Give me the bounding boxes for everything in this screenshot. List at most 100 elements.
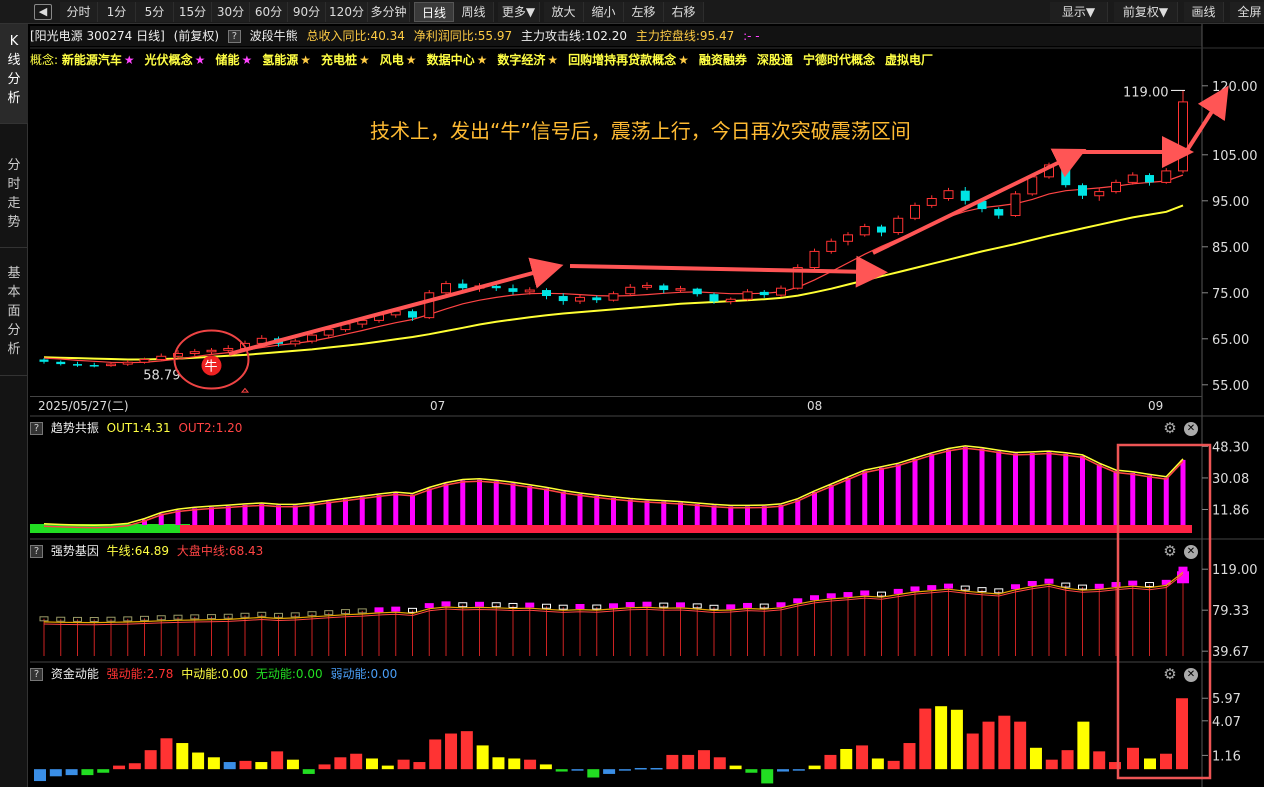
candle-body	[1094, 191, 1105, 197]
close-icon[interactable]: ✕	[1184, 422, 1198, 436]
trend-bar	[1130, 472, 1136, 525]
candle-body	[759, 291, 769, 296]
strong-marker	[424, 603, 434, 609]
trend-bar	[644, 500, 650, 525]
strong-marker	[1027, 580, 1037, 586]
trend-bar	[611, 497, 616, 525]
fund-bar	[650, 767, 663, 770]
trend-bar	[962, 446, 968, 525]
trend-panel-name: 趋势共振	[50, 421, 99, 435]
y-tick-label: 11.86	[1212, 503, 1249, 518]
fund-bar	[950, 709, 963, 770]
trend-bar	[745, 506, 750, 525]
fund-bar	[413, 762, 426, 770]
y-tick-label: 1.16	[1212, 749, 1241, 764]
candle-body	[725, 298, 736, 303]
strong-marker	[743, 602, 752, 608]
fund-panel-name: 资金动能	[50, 667, 99, 681]
fund-bar	[840, 748, 853, 770]
fund-bar	[239, 760, 252, 770]
fund-bar	[682, 754, 695, 770]
date-month-07: 07	[430, 399, 446, 413]
trend-bar	[694, 504, 700, 525]
trend-bar	[929, 453, 935, 525]
fund-bar	[1127, 747, 1139, 770]
candle-body	[742, 291, 753, 300]
candle-body	[843, 234, 853, 242]
strong-marker	[676, 602, 685, 608]
trend-bar	[192, 508, 198, 525]
strong-marker	[726, 604, 736, 610]
fund-bar	[966, 733, 979, 770]
trend-bar	[510, 483, 516, 525]
fund-bar	[128, 763, 141, 770]
date-month-09: 09	[1148, 399, 1164, 413]
fund-bar	[808, 765, 821, 770]
fund-bar	[381, 765, 394, 770]
trend-bar	[879, 467, 884, 525]
trend-bar	[393, 493, 399, 525]
fund-bar	[761, 769, 774, 784]
gear-icon[interactable]: ⚙	[1162, 666, 1178, 682]
fund-bar	[1176, 698, 1188, 770]
gear-icon[interactable]: ⚙	[1162, 420, 1178, 436]
candle-body	[1078, 185, 1087, 196]
help-icon[interactable]: ?	[30, 668, 43, 681]
candle-body	[89, 365, 99, 367]
fund-bar	[998, 715, 1011, 770]
fund-bar	[697, 750, 710, 770]
annotation-text: 技术上，发出“牛”信号后，震荡上行，今日再次突破震荡区间	[370, 119, 911, 143]
candle-body	[625, 286, 636, 295]
help-icon[interactable]: ?	[30, 545, 43, 558]
trend-bar	[1163, 477, 1169, 525]
strong-marker	[609, 603, 618, 609]
fund-bar	[1014, 721, 1027, 770]
y-tick-label: 105.00	[1212, 149, 1258, 164]
y-tick-label: 48.30	[1212, 440, 1249, 455]
candle-body	[709, 294, 719, 302]
trend-bar	[309, 503, 315, 525]
trend-panel-header: ? 趋势共振 OUT1:4.31 OUT2:1.20	[30, 418, 246, 438]
candle-body	[926, 198, 937, 206]
candle-body	[542, 290, 551, 297]
candle-body	[1061, 164, 1071, 186]
fund-bar	[666, 754, 679, 770]
fund-bar	[255, 762, 268, 770]
trend-bar	[376, 495, 382, 525]
y-tick-label: 30.08	[1212, 472, 1249, 487]
fund-bar	[887, 760, 900, 770]
trend-bar	[828, 485, 834, 525]
fund-bar	[935, 706, 948, 770]
fund-bar	[1160, 753, 1172, 770]
bull-signal-label: 牛	[205, 359, 218, 374]
fund-bar	[350, 753, 363, 770]
fund-bar	[429, 739, 442, 770]
close-icon[interactable]: ✕	[1184, 668, 1198, 682]
strong-marker	[475, 601, 484, 607]
fund-bar	[334, 757, 347, 770]
candle-body	[1145, 175, 1154, 183]
trend-bar	[1046, 452, 1052, 525]
fund-bar	[65, 769, 78, 776]
candle-body	[675, 288, 686, 291]
fund-bar	[634, 767, 647, 770]
candle-body	[692, 288, 702, 295]
fund-bar	[792, 769, 805, 771]
trend-bar	[527, 485, 533, 525]
candle-body	[424, 292, 435, 319]
candle-body	[189, 351, 200, 355]
y-tick-label: 79.33	[1212, 604, 1249, 619]
strong-marker	[642, 601, 652, 607]
candle-body	[290, 340, 301, 345]
gear-icon[interactable]: ⚙	[1162, 543, 1178, 559]
strong-marker	[776, 602, 786, 608]
help-icon[interactable]: ?	[30, 422, 43, 435]
trend-bar	[1029, 452, 1035, 525]
fund-bar	[207, 757, 220, 770]
trend-out1: OUT1:4.31	[106, 421, 171, 435]
y-tick-label: 95.00	[1212, 195, 1249, 210]
date-start: 2025/05/27(二)	[38, 399, 129, 413]
close-icon[interactable]: ✕	[1184, 545, 1198, 559]
candle-body	[39, 359, 49, 362]
strong-panel-header: ? 强势基因 牛线:64.89 大盘中线:68.43	[30, 541, 267, 561]
